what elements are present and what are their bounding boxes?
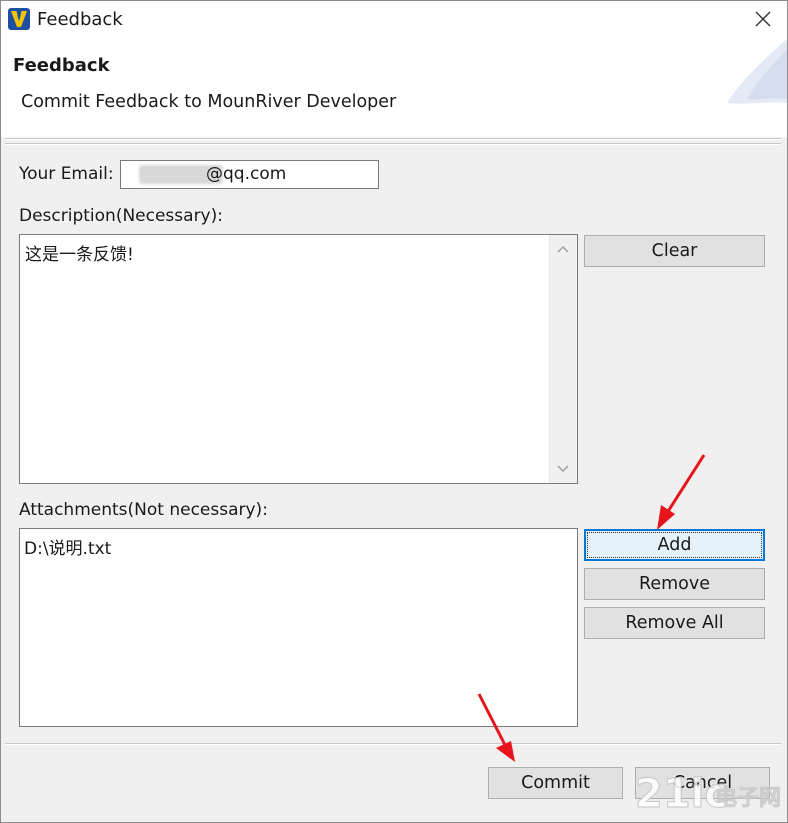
footer-separator: [5, 743, 781, 745]
feedback-dialog: Feedback Feedback Commit Feedback to Mou…: [0, 0, 788, 823]
header-decoration: [727, 39, 787, 104]
remove-button[interactable]: Remove: [584, 568, 765, 600]
header-title: Feedback: [13, 55, 110, 76]
description-label: Description(Necessary):: [19, 206, 223, 226]
annotation-arrow-add: [657, 454, 706, 530]
description-value: 这是一条反馈!: [25, 245, 134, 265]
site-watermark: 21ic 电子网: [633, 765, 783, 817]
commit-button[interactable]: Commit: [488, 767, 623, 799]
header-subtitle: Commit Feedback to MounRiver Developer: [21, 92, 397, 112]
header-separator: [5, 138, 781, 140]
attachments-label: Attachments(Not necessary):: [19, 500, 268, 520]
focus-ring: [587, 532, 762, 558]
chevron-up-icon[interactable]: [557, 245, 569, 253]
add-button[interactable]: Add: [584, 529, 765, 561]
mounriver-logo-icon: [8, 8, 30, 30]
chevron-down-icon[interactable]: [557, 465, 569, 473]
dialog-header: Feedback Commit Feedback to MounRiver De…: [1, 39, 787, 137]
email-value: @qq.com: [206, 164, 287, 184]
description-scrollbar[interactable]: [549, 235, 577, 483]
email-label: Your Email:: [19, 164, 114, 184]
watermark-logo: 21ic 电子网: [634, 770, 781, 817]
description-textarea[interactable]: 这是一条反馈!: [19, 234, 578, 484]
header-separator-2: [5, 143, 781, 145]
close-button[interactable]: [749, 6, 777, 32]
title-bar: Feedback: [1, 1, 787, 39]
close-icon: [755, 11, 771, 27]
clear-button[interactable]: Clear: [584, 235, 765, 267]
svg-text:电子网: 电子网: [715, 786, 781, 811]
remove-all-button[interactable]: Remove All: [584, 607, 765, 639]
list-item[interactable]: D:\说明.txt: [24, 534, 111, 559]
annotation-arrow-commit: [477, 693, 515, 762]
email-field[interactable]: @qq.com: [120, 160, 379, 189]
window-title: Feedback: [37, 9, 123, 30]
